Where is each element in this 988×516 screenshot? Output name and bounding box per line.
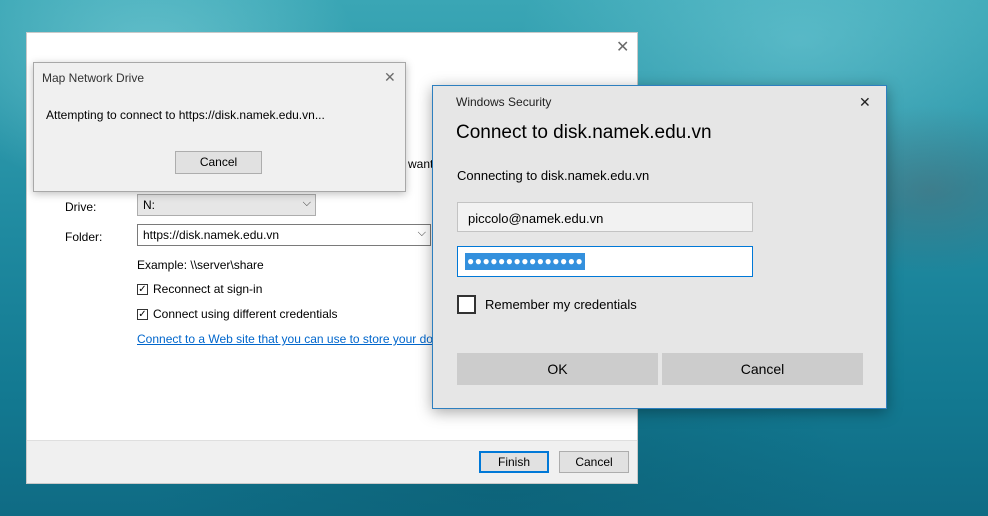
- example-text: Example: \\server\share: [137, 258, 264, 272]
- check-icon: ✓: [138, 284, 147, 295]
- reconnect-checkbox[interactable]: ✓: [137, 284, 148, 295]
- folder-chevron-down-icon[interactable]: ⌵: [418, 227, 426, 240]
- password-field[interactable]: ●●●●●●●●●●●●●●●: [457, 246, 753, 277]
- progress-cancel-button[interactable]: Cancel: [175, 151, 262, 174]
- drive-select[interactable]: N: ⌵: [137, 194, 316, 216]
- wizard-footer: Finish Cancel: [27, 440, 637, 483]
- password-mask: ●●●●●●●●●●●●●●●: [465, 253, 586, 270]
- wizard-partial-text: want: [408, 157, 434, 171]
- drive-label: Drive:: [65, 200, 97, 214]
- security-heading: Connect to disk.namek.edu.vn: [456, 122, 712, 143]
- folder-combobox[interactable]: https://disk.namek.edu.vn ⌵: [137, 224, 431, 246]
- reconnect-label: Reconnect at sign-in: [153, 282, 263, 296]
- security-subtext: Connecting to disk.namek.edu.vn: [457, 168, 650, 183]
- web-site-link[interactable]: Connect to a Web site that you can use t…: [137, 332, 446, 346]
- progress-dialog-title: Map Network Drive: [42, 71, 145, 85]
- username-value: piccolo@namek.edu.vn: [468, 211, 604, 226]
- progress-message: Attempting to connect to https://disk.na…: [46, 108, 325, 122]
- remember-credentials-label: Remember my credentials: [485, 297, 637, 312]
- remember-credentials-checkbox[interactable]: [457, 295, 476, 314]
- finish-button[interactable]: Finish: [479, 451, 549, 473]
- folder-value: https://disk.namek.edu.vn: [143, 228, 280, 242]
- folder-label: Folder:: [65, 230, 103, 244]
- security-dialog-title: Windows Security: [456, 95, 552, 109]
- drive-select-value: N:: [143, 198, 155, 212]
- drive-chevron-down-icon: ⌵: [302, 197, 311, 209]
- wizard-close-icon[interactable]: ✕: [616, 40, 629, 56]
- security-cancel-button[interactable]: Cancel: [662, 353, 863, 385]
- different-credentials-checkbox[interactable]: ✓: [137, 309, 148, 320]
- ok-button[interactable]: OK: [457, 353, 658, 385]
- check-icon: ✓: [138, 309, 147, 320]
- progress-dialog: Map Network Drive ✕ Attempting to connec…: [33, 62, 406, 192]
- wizard-cancel-button[interactable]: Cancel: [559, 451, 629, 473]
- progress-close-icon[interactable]: ✕: [384, 70, 396, 84]
- security-close-icon[interactable]: ✕: [859, 95, 871, 109]
- different-credentials-label: Connect using different credentials: [153, 307, 338, 321]
- windows-security-dialog: Windows Security ✕ Connect to disk.namek…: [432, 85, 887, 409]
- username-field[interactable]: piccolo@namek.edu.vn: [457, 202, 753, 232]
